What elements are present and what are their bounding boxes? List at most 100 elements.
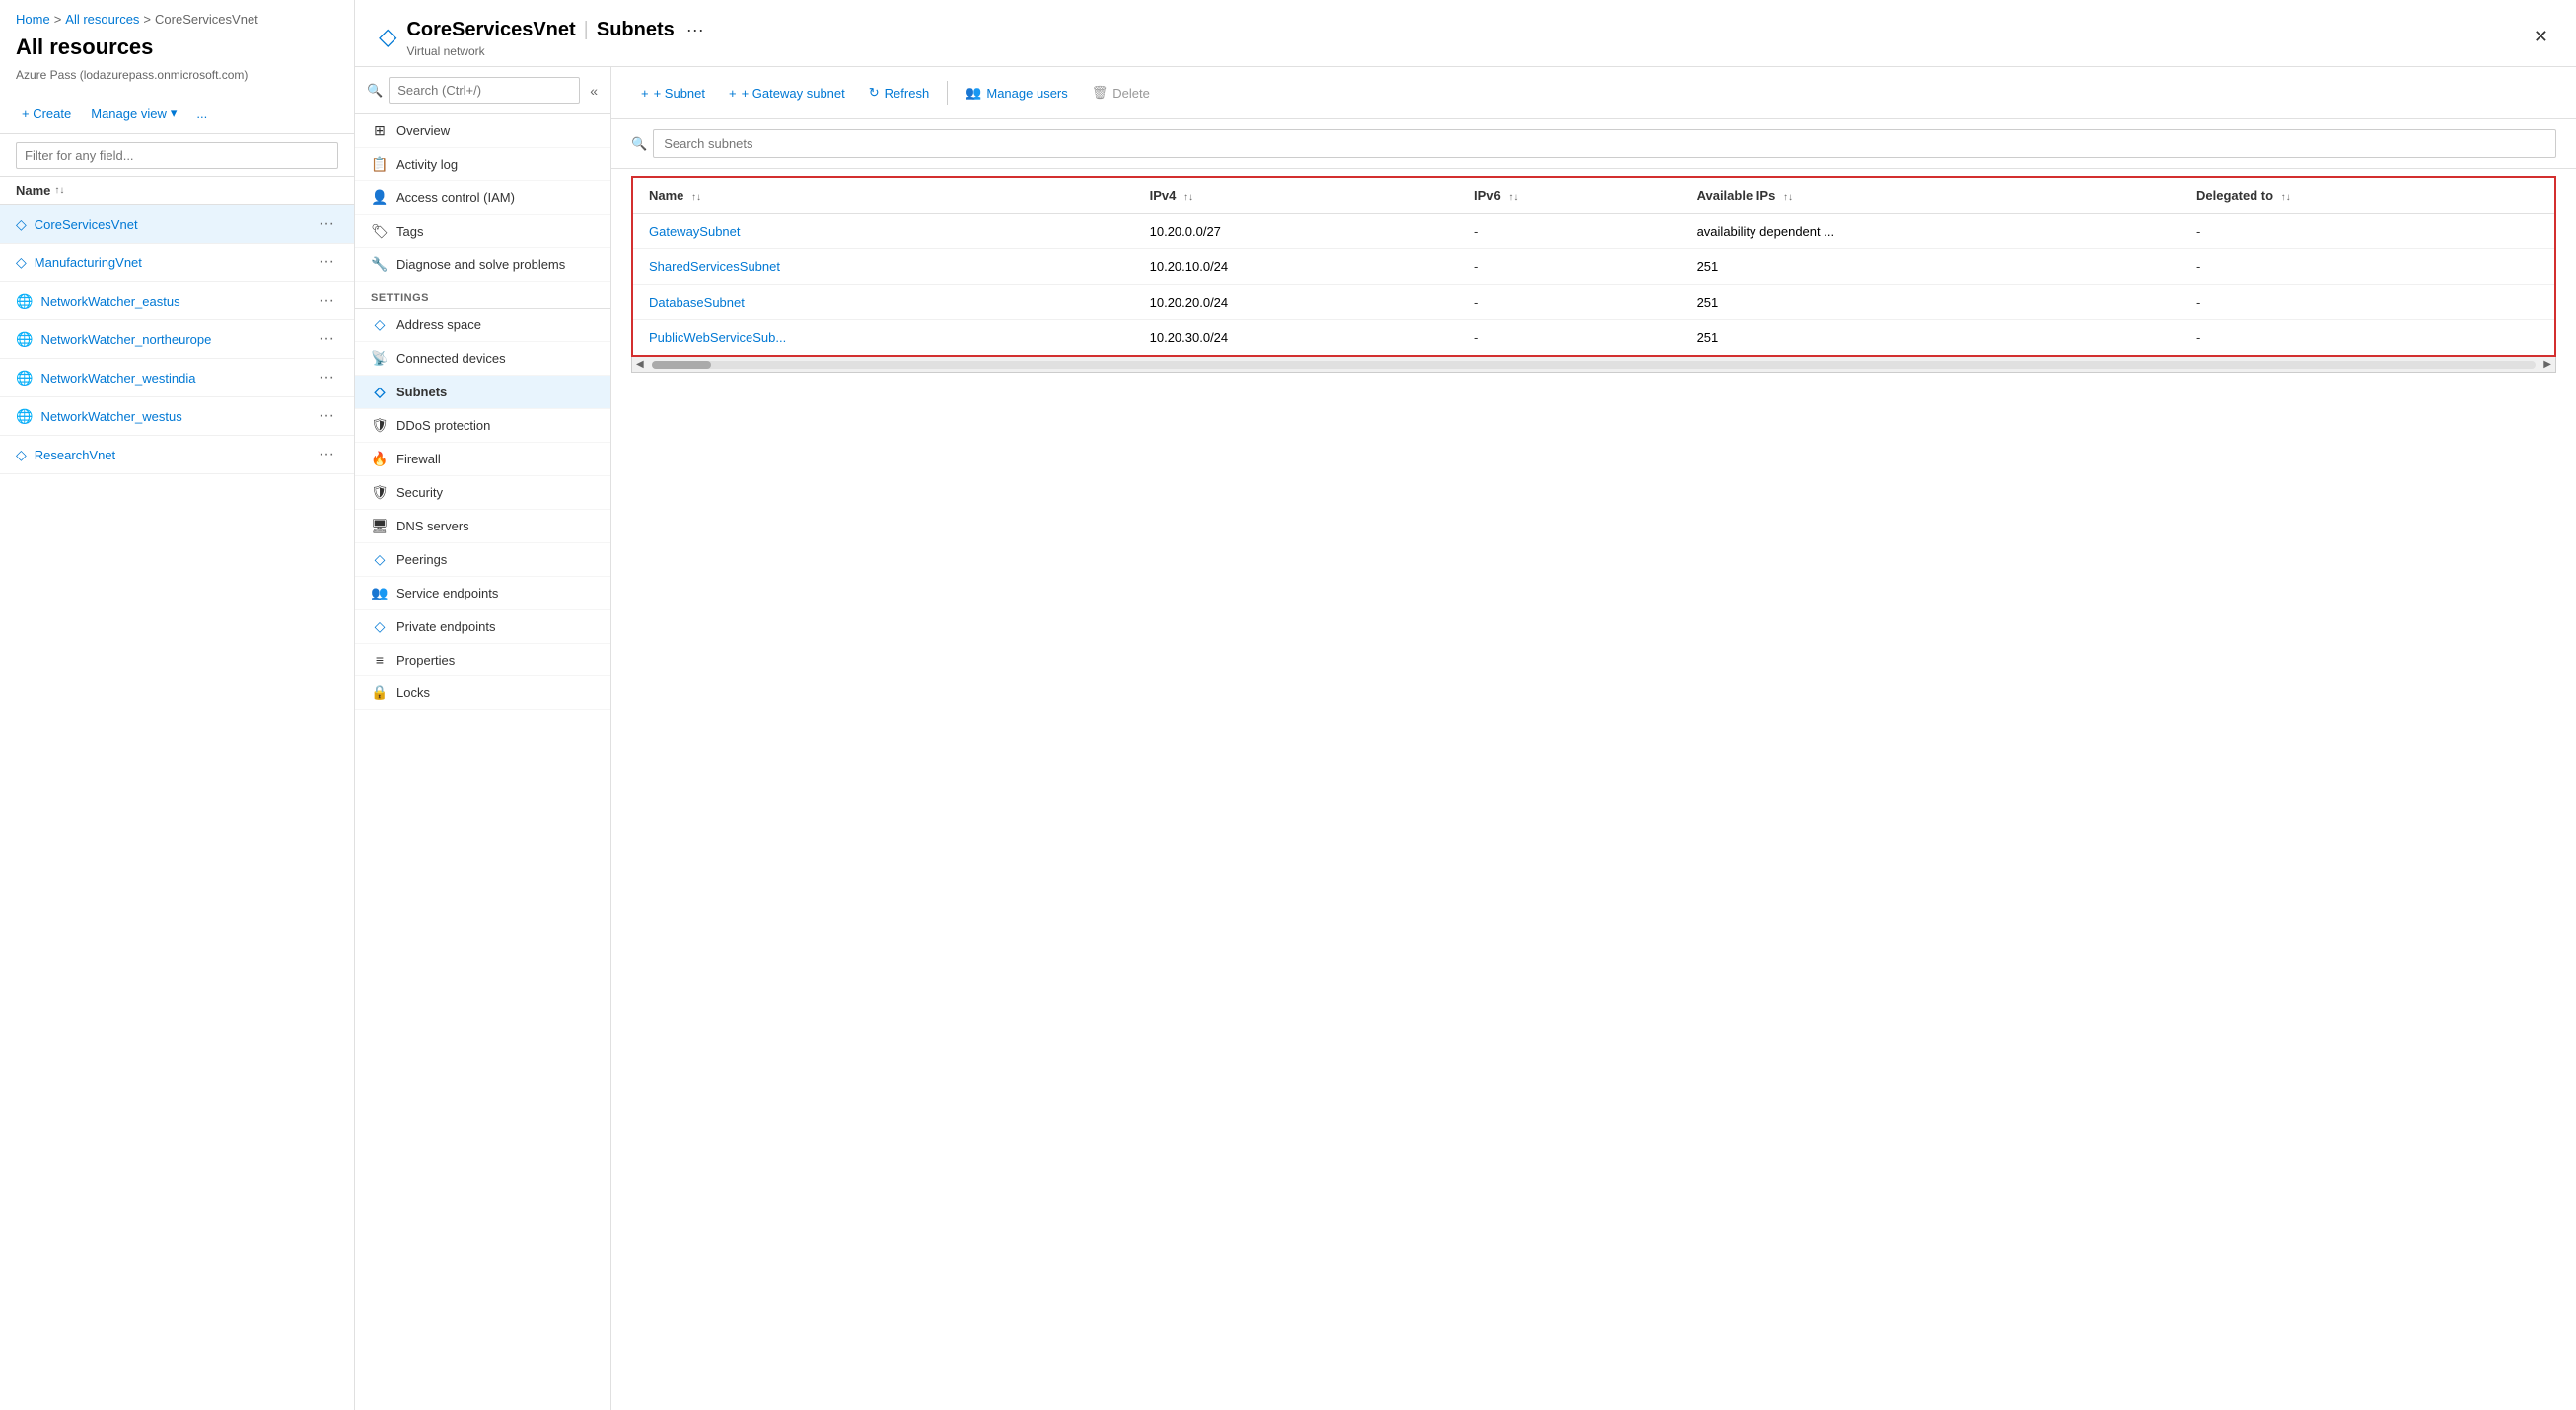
tags-icon: 🏷 bbox=[371, 223, 389, 240]
nav-item-service-endpoints[interactable]: 👥 Service endpoints bbox=[355, 577, 610, 610]
vnet-icon: ◇ bbox=[16, 447, 27, 463]
right-panel: ◇ CoreServicesVnet | Subnets ··· Virtual… bbox=[355, 0, 2576, 1410]
list-item[interactable]: 🌐 NetworkWatcher_northeurope ··· bbox=[0, 320, 354, 359]
nav-item-label: Activity log bbox=[396, 157, 458, 172]
list-item[interactable]: ◇ CoreServicesVnet ··· bbox=[0, 205, 354, 244]
list-item[interactable]: ◇ ManufacturingVnet ··· bbox=[0, 244, 354, 282]
subnet-name-link[interactable]: PublicWebServiceSub... bbox=[649, 330, 786, 345]
connected-devices-icon: 📡 bbox=[371, 350, 389, 367]
subnet-name-link[interactable]: GatewaySubnet bbox=[649, 224, 741, 239]
create-button[interactable]: + Create bbox=[16, 103, 77, 125]
scroll-thumb[interactable] bbox=[652, 361, 711, 369]
overview-icon: ⊞ bbox=[371, 122, 389, 139]
resource-name: NetworkWatcher_westindia bbox=[40, 371, 195, 386]
resource-name: NetworkWatcher_eastus bbox=[40, 294, 179, 309]
resource-more-button[interactable]: ··· bbox=[315, 213, 338, 235]
nav-item-label: DNS servers bbox=[396, 519, 469, 533]
nav-item-connected-devices[interactable]: 📡 Connected devices bbox=[355, 342, 610, 376]
header-more-button[interactable]: ··· bbox=[682, 16, 708, 44]
left-panel: Home > All resources > CoreServicesVnet … bbox=[0, 0, 355, 1410]
nav-item-label: Properties bbox=[396, 653, 455, 668]
subnet-name-link[interactable]: SharedServicesSubnet bbox=[649, 259, 780, 274]
add-subnet-button[interactable]: + + Subnet bbox=[631, 80, 715, 106]
locks-icon: 🔒 bbox=[371, 684, 389, 701]
filter-input[interactable] bbox=[16, 142, 338, 169]
col-ipv6-header[interactable]: IPv6 ↑↓ bbox=[1459, 177, 1682, 214]
subnet-name-link[interactable]: DatabaseSubnet bbox=[649, 295, 745, 310]
nav-item-label: Connected devices bbox=[396, 351, 506, 366]
ipv6-sort-icon[interactable]: ↑↓ bbox=[1508, 192, 1518, 203]
nav-item-security[interactable]: 🛡 Security bbox=[355, 476, 610, 510]
manage-users-icon: 👥 bbox=[966, 85, 981, 101]
refresh-icon: ↻ bbox=[869, 85, 880, 101]
nav-item-dns-servers[interactable]: 🖥 DNS servers bbox=[355, 510, 610, 543]
resource-more-button[interactable]: ··· bbox=[315, 405, 338, 427]
access-control-icon: 👤 bbox=[371, 189, 389, 206]
resource-more-button[interactable]: ··· bbox=[315, 444, 338, 465]
subnet-ipv4: 10.20.20.0/24 bbox=[1134, 285, 1459, 320]
horizontal-scrollbar[interactable]: ◀ ▶ bbox=[631, 357, 2556, 373]
diagnose-icon: 🔧 bbox=[371, 256, 389, 273]
nav-item-access-control[interactable]: 👤 Access control (IAM) bbox=[355, 181, 610, 215]
list-item[interactable]: 🌐 NetworkWatcher_eastus ··· bbox=[0, 282, 354, 320]
nav-item-activity-log[interactable]: 📋 Activity log bbox=[355, 148, 610, 181]
nav-item-tags[interactable]: 🏷 Tags bbox=[355, 215, 610, 248]
available-ips-sort-icon[interactable]: ↑↓ bbox=[1783, 192, 1793, 203]
nav-item-address-space[interactable]: ◇ Address space bbox=[355, 309, 610, 342]
resource-more-button[interactable]: ··· bbox=[315, 251, 338, 273]
breadcrumb-all-resources[interactable]: All resources bbox=[65, 12, 139, 27]
list-item[interactable]: ◇ ResearchVnet ··· bbox=[0, 436, 354, 474]
delete-button[interactable]: 🗑 Delete bbox=[1082, 79, 1160, 106]
subnets-table-container: Name ↑↓ IPv4 ↑↓ IPv6 ↑↓ bbox=[611, 169, 2576, 1410]
col-delegated-to-header[interactable]: Delegated to ↑↓ bbox=[2181, 177, 2555, 214]
ipv4-sort-icon[interactable]: ↑↓ bbox=[1183, 192, 1193, 203]
globe-icon: 🌐 bbox=[16, 293, 33, 310]
resource-name: NetworkWatcher_northeurope bbox=[40, 332, 211, 347]
nav-item-private-endpoints[interactable]: ◇ Private endpoints bbox=[355, 610, 610, 644]
search-subnets-input[interactable] bbox=[653, 129, 2556, 158]
nav-item-overview[interactable]: ⊞ Overview bbox=[355, 114, 610, 148]
resource-more-button[interactable]: ··· bbox=[315, 328, 338, 350]
manage-users-button[interactable]: 👥 Manage users bbox=[956, 79, 1078, 106]
scroll-track bbox=[652, 361, 2537, 369]
refresh-button[interactable]: ↻ Refresh bbox=[859, 79, 939, 106]
scroll-left-arrow[interactable]: ◀ bbox=[632, 359, 648, 370]
col-ipv4-header[interactable]: IPv4 ↑↓ bbox=[1134, 177, 1459, 214]
nav-item-label: Locks bbox=[396, 685, 430, 700]
resource-name: NetworkWatcher_westus bbox=[40, 409, 181, 424]
resource-header: ◇ CoreServicesVnet | Subnets ··· Virtual… bbox=[355, 0, 2576, 67]
nav-item-ddos[interactable]: 🛡 DDoS protection bbox=[355, 409, 610, 443]
name-sort-icon[interactable]: ↑↓ bbox=[691, 192, 701, 203]
list-item[interactable]: 🌐 NetworkWatcher_westindia ··· bbox=[0, 359, 354, 397]
resource-more-button[interactable]: ··· bbox=[315, 367, 338, 388]
sort-icon[interactable]: ↑↓ bbox=[54, 185, 64, 196]
delegated-to-sort-icon[interactable]: ↑↓ bbox=[2281, 192, 2291, 203]
scroll-right-arrow[interactable]: ▶ bbox=[2540, 359, 2555, 370]
collapse-nav-button[interactable]: « bbox=[586, 79, 602, 103]
subnet-available-ips: 251 bbox=[1682, 249, 2181, 285]
resource-more-button[interactable]: ··· bbox=[315, 290, 338, 312]
col-available-ips-header[interactable]: Available IPs ↑↓ bbox=[1682, 177, 2181, 214]
nav-item-label: Firewall bbox=[396, 452, 441, 466]
nav-item-label: Address space bbox=[396, 317, 481, 332]
subnet-ipv6: - bbox=[1459, 214, 1682, 249]
nav-item-peerings[interactable]: ◇ Peerings bbox=[355, 543, 610, 577]
nav-item-label: Overview bbox=[396, 123, 450, 138]
search-subnets-icon: 🔍 bbox=[631, 136, 647, 152]
nav-item-subnets[interactable]: ◇ Subnets bbox=[355, 376, 610, 409]
nav-item-properties[interactable]: ≡ Properties bbox=[355, 644, 610, 676]
subnet-available-ips: availability dependent ... bbox=[1682, 214, 2181, 249]
nav-search-input[interactable] bbox=[389, 77, 580, 104]
main-content: + + Subnet + + Gateway subnet ↻ Refresh … bbox=[611, 67, 2576, 1410]
close-button[interactable]: ✕ bbox=[2530, 23, 2552, 51]
nav-item-firewall[interactable]: 🔥 Firewall bbox=[355, 443, 610, 476]
breadcrumb-home[interactable]: Home bbox=[16, 12, 50, 27]
manage-view-button[interactable]: Manage view ▾ bbox=[85, 102, 182, 125]
globe-icon: 🌐 bbox=[16, 408, 33, 425]
more-options-button[interactable]: ... bbox=[190, 103, 213, 125]
gateway-subnet-button[interactable]: + + Gateway subnet bbox=[719, 80, 855, 106]
nav-item-diagnose[interactable]: 🔧 Diagnose and solve problems bbox=[355, 248, 610, 282]
col-name-header[interactable]: Name ↑↓ bbox=[632, 177, 1134, 214]
nav-item-locks[interactable]: 🔒 Locks bbox=[355, 676, 610, 710]
list-item[interactable]: 🌐 NetworkWatcher_westus ··· bbox=[0, 397, 354, 436]
